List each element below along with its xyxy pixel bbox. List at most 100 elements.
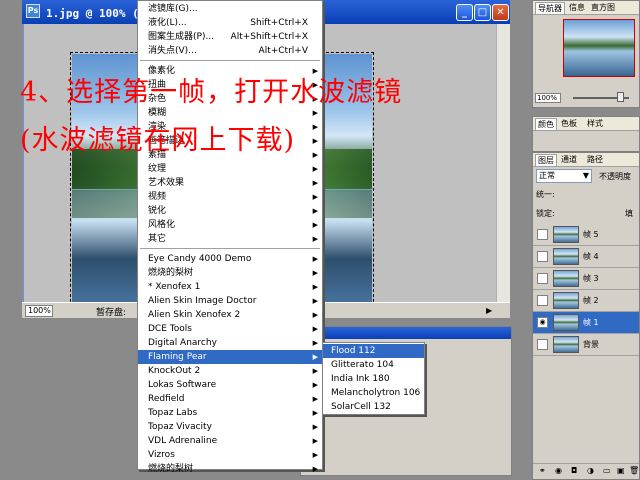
submenu-arrow-icon: ▶ [312, 311, 318, 319]
submenu-item-0[interactable]: Flood 112 [323, 344, 424, 358]
submenu-arrow-icon: ▶ [312, 423, 318, 431]
submenu-item-2[interactable]: India Ink 180 [323, 372, 424, 386]
zoom-field[interactable]: 100% [25, 305, 53, 317]
menu-item-shortcut: Shift+Ctrl+X [250, 18, 308, 28]
menu-item-plugin-4[interactable]: Alien Skin Xenofex 2 ▶ [138, 308, 322, 322]
tab-styles[interactable]: 样式 [585, 118, 605, 130]
menu-item-label: Flaming Pear [148, 352, 207, 362]
trash-icon[interactable]: 🗑 [629, 466, 639, 475]
history-panel-titlebar[interactable] [301, 327, 511, 339]
photoshop-doc-icon: Ps [26, 4, 40, 18]
tab-color[interactable]: 颜色 [535, 118, 557, 130]
submenu-arrow-icon: ▶ [312, 123, 318, 131]
submenu-arrow-icon: ▶ [312, 339, 318, 347]
tab-swatches[interactable]: 色板 [559, 118, 579, 130]
menu-item-plugin-13[interactable]: VDL Adrenaline ▶ [138, 434, 322, 448]
tab-channels[interactable]: 通道 [559, 154, 579, 166]
maximize-button[interactable]: □ [474, 4, 491, 21]
link-icon[interactable]: ⚭ [539, 466, 546, 475]
layer-row[interactable]: 帧 4 [533, 246, 639, 268]
tab-paths[interactable]: 路径 [585, 154, 605, 166]
layer-name: 帧 5 [583, 230, 599, 239]
chevron-down-icon: ▼ [582, 171, 589, 180]
status-arrow-icon[interactable]: ▶ [486, 306, 492, 315]
close-button[interactable]: ✕ [492, 4, 509, 21]
menu-item-label: 其它 [148, 234, 167, 244]
menu-item-builtin-9[interactable]: 视频 ▶ [138, 190, 322, 204]
submenu-arrow-icon: ▶ [312, 395, 318, 403]
navigator-zoom-field[interactable]: 100% [535, 93, 561, 103]
submenu-arrow-icon: ▶ [312, 451, 318, 459]
eye-icon[interactable] [537, 251, 548, 262]
annotation-note: (水波滤镜在网上下载) [20, 125, 296, 156]
menu-item-label: * Xenofex 1 [148, 282, 201, 292]
layer-row[interactable]: 帧 3 [533, 268, 639, 290]
menu-item-plugin-7[interactable]: Flaming Pear ▶ [138, 350, 322, 364]
layer-thumbnail [553, 270, 579, 287]
menu-item-builtin-11[interactable]: 风格化 ▶ [138, 218, 322, 232]
tab-layers[interactable]: 图层 [535, 154, 557, 166]
menu-item-plugin-6[interactable]: Digital Anarchy ▶ [138, 336, 322, 350]
menu-item-plugin-2[interactable]: * Xenofex 1 ▶ [138, 280, 322, 294]
menu-item-plugin-5[interactable]: DCE Tools ▶ [138, 322, 322, 336]
menu-item-top-1[interactable]: 液化(L)... Shift+Ctrl+X [138, 16, 322, 30]
menu-item-plugin-11[interactable]: Topaz Labs ▶ [138, 406, 322, 420]
submenu-arrow-icon: ▶ [312, 207, 318, 215]
menu-item-label: 视频 [148, 192, 167, 202]
submenu-arrow-icon: ▶ [312, 255, 318, 263]
mask-icon[interactable]: ◘ [571, 466, 577, 475]
submenu-item-label: India Ink 180 [331, 374, 390, 384]
minimize-button[interactable]: _ [456, 4, 473, 21]
menu-item-plugin-0[interactable]: Eye Candy 4000 Demo ▶ [138, 252, 322, 266]
menu-item-label: 燃烧的梨树 [148, 268, 194, 278]
layer-row[interactable]: 背景 [533, 334, 639, 356]
blend-mode-value: 正常 [539, 171, 555, 180]
submenu-arrow-icon: ▶ [312, 409, 318, 417]
layer-row[interactable]: 帧 5 [533, 224, 639, 246]
menu-item-plugin-12[interactable]: Topaz Vivacity ▶ [138, 420, 322, 434]
submenu-arrow-icon: ▶ [312, 325, 318, 333]
eye-icon[interactable] [537, 273, 548, 284]
adjustment-icon[interactable]: ◑ [587, 466, 594, 475]
menu-item-plugin-9[interactable]: Lokas Software ▶ [138, 378, 322, 392]
tab-histogram[interactable]: 直方图 [589, 2, 617, 14]
menu-item-label: 风格化 [148, 220, 176, 230]
folder-icon[interactable]: ▭ [603, 466, 611, 475]
menu-item-plugin-8[interactable]: KnockOut 2 ▶ [138, 364, 322, 378]
menu-item-plugin-3[interactable]: Alien Skin Image Doctor ▶ [138, 294, 322, 308]
submenu-item-3[interactable]: Melancholytron 106 [323, 386, 424, 400]
menu-item-builtin-8[interactable]: 艺术效果 ▶ [138, 176, 322, 190]
menu-item-builtin-12[interactable]: 其它 ▶ [138, 232, 322, 246]
tab-info[interactable]: 信息 [567, 2, 587, 14]
eye-icon[interactable]: ◉ [537, 317, 548, 328]
fx-icon[interactable]: ◉ [555, 466, 562, 475]
menu-item-top-2[interactable]: 图案生成器(P)... Alt+Shift+Ctrl+X [138, 30, 322, 44]
eye-icon[interactable] [537, 339, 548, 350]
blend-mode-select[interactable]: 正常 ▼ [536, 169, 592, 183]
layer-row[interactable]: 帧 2 [533, 290, 639, 312]
layer-thumbnail [553, 248, 579, 265]
menu-item-builtin-7[interactable]: 纹理 ▶ [138, 162, 322, 176]
menu-item-plugin-1[interactable]: 燃烧的梨树 ▶ [138, 266, 322, 280]
menu-item-top-3[interactable]: 消失点(V)... Alt+Ctrl+V [138, 44, 322, 58]
layers-tabs: 图层 通道 路径 [533, 153, 639, 167]
eye-icon[interactable] [537, 295, 548, 306]
menu-item-plugin-10[interactable]: Redfield ▶ [138, 392, 322, 406]
navigator-thumbnail[interactable] [563, 19, 635, 77]
menu-item-plugin-15[interactable]: 燃烧的梨树 ▶ [138, 462, 322, 476]
layer-thumbnail [553, 314, 579, 331]
submenu-item-1[interactable]: Glitterato 104 [323, 358, 424, 372]
eye-icon[interactable] [537, 229, 548, 240]
new-layer-icon[interactable]: ▣ [617, 466, 625, 475]
tab-navigator[interactable]: 导航器 [535, 2, 565, 14]
menu-item-top-0[interactable]: 滤镜库(G)... [138, 2, 322, 16]
menu-item-label: Digital Anarchy [148, 338, 217, 348]
menu-item-plugin-14[interactable]: Vizros ▶ [138, 448, 322, 462]
menu-item-label: VDL Adrenaline [148, 436, 218, 446]
submenu-item-4[interactable]: SolarCell 132 [323, 400, 424, 414]
slider-knob[interactable] [617, 92, 624, 102]
layer-row[interactable]: ◉ 帧 1 [533, 312, 639, 334]
vertical-scrollbar[interactable] [496, 24, 510, 302]
menu-item-builtin-10[interactable]: 锐化 ▶ [138, 204, 322, 218]
submenu-arrow-icon: ▶ [312, 235, 318, 243]
